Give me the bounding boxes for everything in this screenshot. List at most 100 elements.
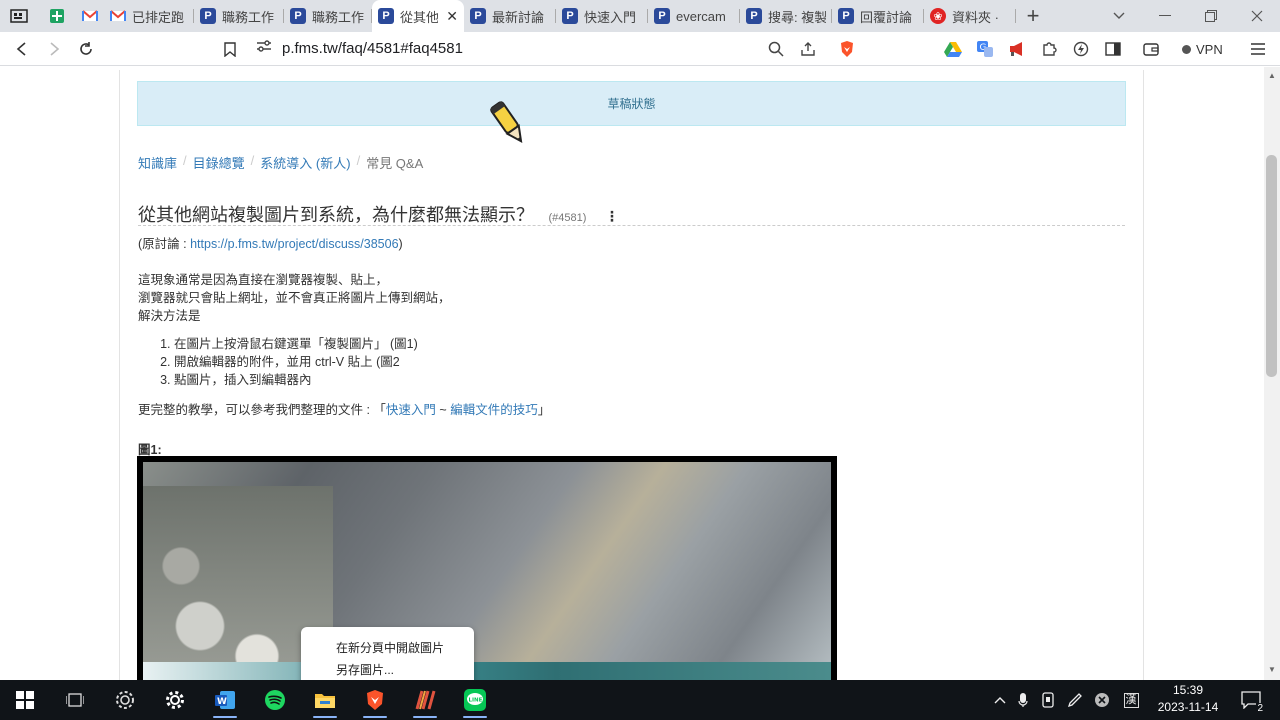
paragraph-line: 這現象通常是因為直接在瀏覽器複製、貼上， [138,273,389,287]
system-clock[interactable]: 15:39 2023-11-14 [1150,682,1226,718]
word-icon[interactable]: W [200,680,250,720]
breadcrumb-knowledge-base[interactable]: 知識庫 [138,153,177,172]
tab-9[interactable]: ❀ 資料夾 · [924,0,1016,32]
tab-label: 搜尋: 複製 [768,9,826,25]
app-menu-icon[interactable] [0,0,38,32]
menu-icon[interactable] [1245,36,1271,62]
tab-label: evercam [676,8,726,24]
settings-icon[interactable] [150,680,200,720]
p-favicon-icon: P [562,8,578,24]
ime-indicator[interactable]: 漢 [1120,680,1142,720]
paragraph-line: 瀏覽器就只會貼上網址，並不會真正將圖片上傳到網站， [138,291,451,305]
wallet-icon[interactable] [1138,36,1164,62]
microphone-icon[interactable] [1013,680,1033,720]
breadcrumb-catalog[interactable]: 目錄總覽 [193,153,245,172]
web-page: 草稿狀態 知識庫 / 目錄總覽 / 系統導入 (新人) / 常見 Q&A 從其他網站複… [0,67,1264,680]
scroll-up-icon[interactable]: ▲ [1268,71,1276,80]
minimize-button[interactable] [1142,0,1188,32]
gmail-icon[interactable] [76,0,104,32]
editing-tips-link[interactable]: 編輯文件的技巧 [450,403,538,417]
settings-gear-outline-icon[interactable] [100,680,150,720]
step-item: 在圖片上按滑鼠右鍵選單「複製圖片」 (圖1) [174,335,418,353]
tab-label: 最新討論 [492,9,545,25]
sheets-icon[interactable] [38,0,76,32]
paragraph-line: 解決方法是 [138,309,201,323]
rock-photo[interactable] [143,462,831,680]
pencil-cursor-icon [490,99,528,154]
tab-label: 職務工作 [222,9,275,25]
scroll-down-icon[interactable]: ▼ [1268,665,1276,674]
tab-3[interactable]: P 從其他 ✕ [372,0,464,32]
extensions-icon[interactable] [1036,36,1062,62]
tab-label: 已排定跑 [132,9,185,25]
tab-7[interactable]: P 搜尋: 複製 [740,0,832,32]
folder-app-favicon-icon: ❀ [930,8,946,24]
menu-open-image-new-tab[interactable]: 在新分頁中開啟圖片 [301,637,474,659]
river-water [143,662,831,680]
device-icon[interactable] [1037,680,1059,720]
running-indicator [313,716,337,718]
share-icon[interactable] [792,33,824,65]
tab-4[interactable]: P 最新討論 [464,0,556,32]
tab-label: 回覆討論 [860,9,913,25]
tab-6[interactable]: Pevercam [648,0,740,32]
site-info-icon[interactable] [256,39,272,58]
tab-0[interactable]: 已排定跑 [104,0,194,32]
tab-label: 從其他 [400,9,439,25]
task-view-icon[interactable] [50,680,100,720]
gmail-favicon-icon [110,8,126,24]
breadcrumb-onboarding[interactable]: 系統導入 (新人) [260,153,350,172]
leo-ai-icon[interactable] [1068,36,1094,62]
restore-button[interactable] [1188,0,1234,32]
brave-shield-icon[interactable] [831,33,863,65]
p-favicon-icon: P [746,8,762,24]
p-favicon-icon: P [200,8,216,24]
show-hidden-icons[interactable] [990,680,1010,720]
translate-icon[interactable]: G [972,36,998,62]
new-tab-button[interactable]: + [1016,3,1050,29]
quick-start-link[interactable]: 快速入門 [386,403,436,417]
url-text[interactable]: p.fms.tw/faq/4581#faq4581 [282,40,463,57]
vpn-button[interactable]: VPN [1182,38,1223,60]
page-scrollbar[interactable]: ▲ ▼ [1264,67,1280,680]
more-prefix: 更完整的教學，可以參考我們整理的文件 : 「 [138,403,386,417]
svg-text:LINE: LINE [469,698,483,704]
reload-button[interactable] [70,33,102,65]
bookmark-icon[interactable] [214,33,246,65]
vpn-label: VPN [1196,41,1223,57]
pen-icon[interactable] [1064,680,1086,720]
file-explorer-icon[interactable] [300,680,350,720]
forward-button[interactable] [38,33,70,65]
steps-list: 在圖片上按滑鼠右鍵選單「複製圖片」 (圖1) 開啟編輯器的附件，並用 ctrl-… [174,335,418,389]
source-link[interactable]: https://p.fms.tw/project/discuss/38506 [190,237,398,251]
sidebar-icon[interactable] [1100,36,1126,62]
menu-save-image[interactable]: 另存圖片... [301,659,474,680]
tab-separator [1015,9,1016,23]
back-button[interactable] [6,33,38,65]
tab-8[interactable]: P 回覆討論 [832,0,924,32]
close-tab-icon[interactable]: ✕ [446,8,458,25]
zoom-search-icon[interactable] [760,33,792,65]
megaphone-icon[interactable] [1004,36,1030,62]
figure-image[interactable] [137,456,837,680]
breadcrumb-current: 常見 Q&A [366,156,424,171]
line-app-icon[interactable]: LINE [450,680,500,720]
scrollbar-thumb[interactable] [1266,155,1277,377]
p-favicon-icon: P [378,8,394,24]
tab-search-icon[interactable] [1096,0,1142,32]
start-icon[interactable] [0,680,50,720]
svg-text:W: W [217,697,227,707]
more-options-icon[interactable]: ⋮ [605,208,619,224]
google-drive-icon[interactable] [940,36,966,62]
tab-5[interactable]: P 快速入門 [556,0,648,32]
tab-1[interactable]: P 職務工作 [194,0,284,32]
dismiss-circle-icon[interactable] [1091,680,1113,720]
brave-browser-icon[interactable] [350,680,400,720]
notification-center-icon[interactable]: 2 [1234,680,1268,720]
spotify-icon[interactable] [250,680,300,720]
source-line: (原討論 : https://p.fms.tw/project/discuss/… [138,235,403,253]
winamp-style-app-icon[interactable] [400,680,450,720]
tab-2[interactable]: P 職務工作 [284,0,372,32]
close-window-button[interactable] [1234,0,1280,32]
breadcrumb-separator: / [356,153,361,168]
